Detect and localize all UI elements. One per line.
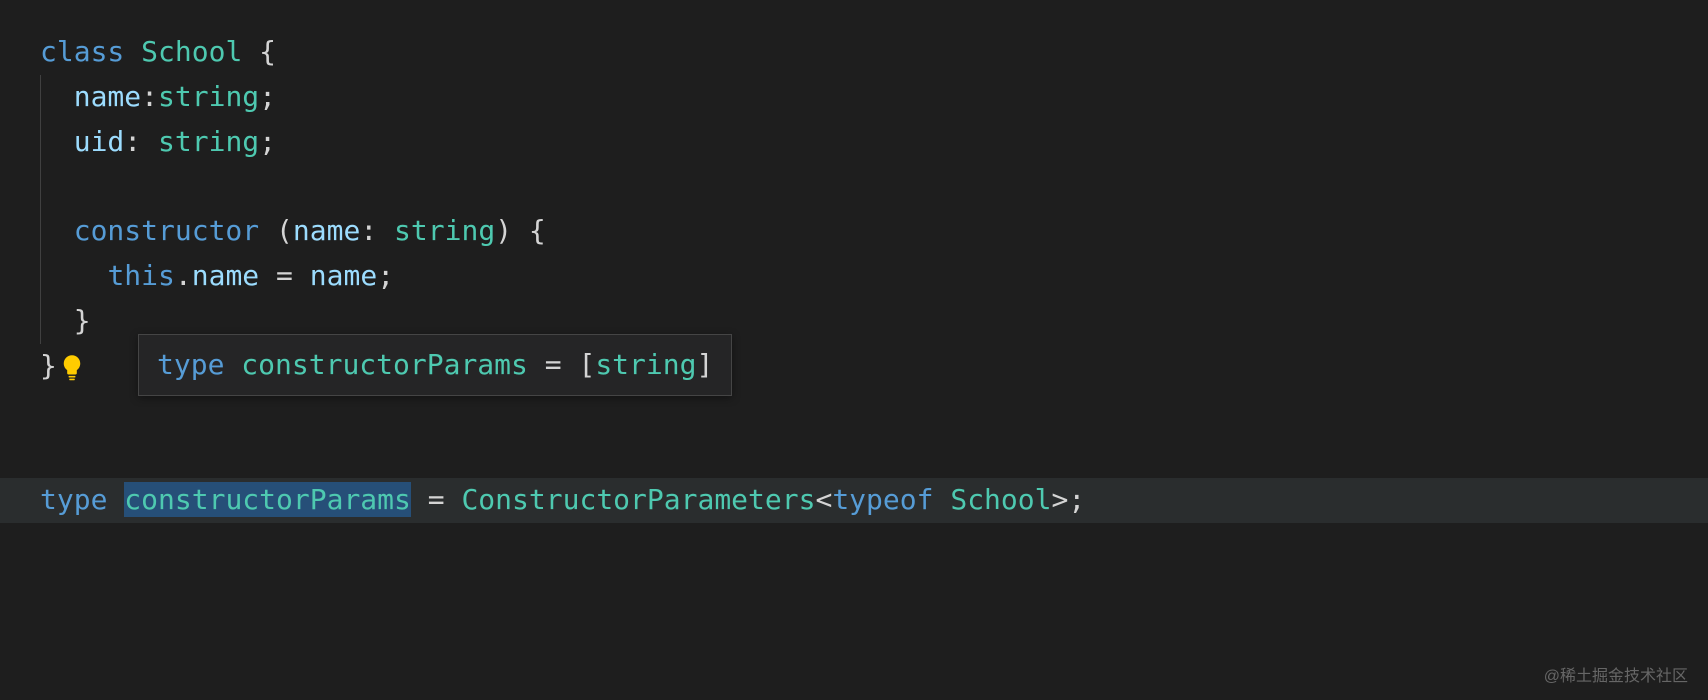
this-keyword: this [107,259,174,292]
code-line-2[interactable]: name:string; [40,75,1668,120]
code-line-3[interactable]: uid: string; [40,120,1668,165]
code-editor[interactable]: class School { name:string; uid: string;… [40,30,1668,523]
typeof-keyword: typeof [832,483,933,516]
code-line-5[interactable]: constructor (name: string) { [40,209,1668,254]
param-type: string [394,214,495,247]
tooltip-alias: constructorParams [241,348,528,381]
code-line-1[interactable]: class School { [40,30,1668,75]
property-access: name [192,259,259,292]
tooltip-tuple-member: string [595,348,696,381]
close-brace: } [40,349,57,382]
lightbulb-icon[interactable] [61,352,85,382]
watermark: @稀土掘金技术社区 [1544,664,1688,690]
type-annotation: string [158,125,259,158]
utility-type: ConstructorParameters [461,483,815,516]
code-line-8[interactable]: } type constructorParams = [string] [40,344,1668,478]
class-keyword: class [40,35,124,68]
close-brace: } [74,304,91,337]
tooltip-type-kw: type [157,348,224,381]
code-line-9[interactable]: type constructorParams = ConstructorPara… [0,478,1708,523]
open-brace: { [242,35,276,68]
hover-tooltip: type constructorParams = [string] [138,334,732,397]
code-line-4[interactable] [40,164,1668,209]
property-name: name [74,80,141,113]
type-keyword: type [40,483,107,516]
code-line-6[interactable]: this.name = name; [40,254,1668,299]
param-name: name [293,214,360,247]
class-name: School [141,35,242,68]
typeof-target: School [950,483,1051,516]
type-annotation: string [158,80,259,113]
constructor-keyword: constructor [74,214,259,247]
rhs-identifier: name [310,259,377,292]
type-alias-name: constructorParams [124,482,411,517]
property-uid: uid [74,125,125,158]
